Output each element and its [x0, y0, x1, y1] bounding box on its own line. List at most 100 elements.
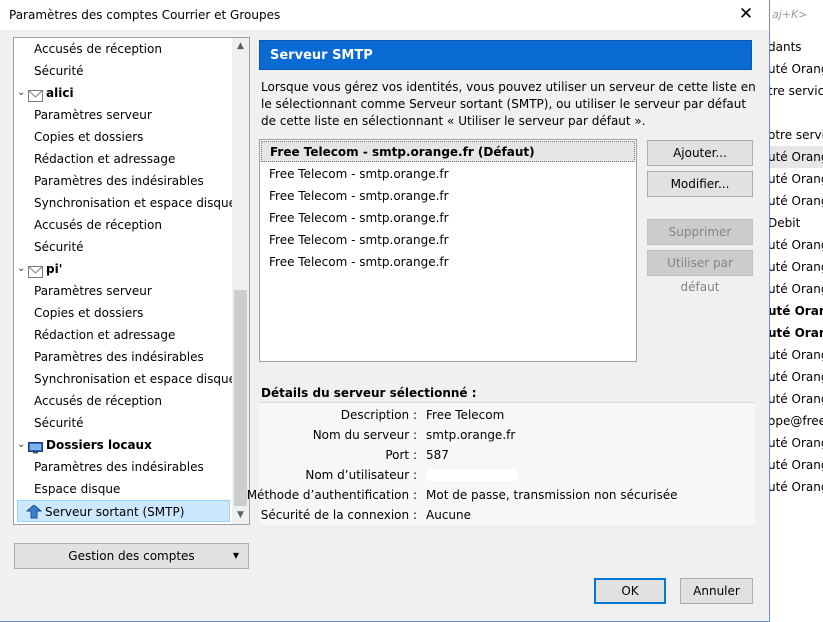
tree-item[interactable]: Accusés de réception	[14, 390, 233, 412]
ok-button[interactable]: OK	[594, 578, 666, 604]
background-shortcut-hint: aj+K>	[772, 8, 808, 21]
background-message-row: uté Orang	[768, 436, 823, 450]
tree-item[interactable]: Sécurité	[14, 60, 233, 82]
tree-item[interactable]: Synchronisation et espace disque	[14, 192, 236, 214]
tree-item[interactable]: Rédaction et adressage	[14, 324, 233, 346]
smtp-server-row[interactable]: Free Telecom - smtp.orange.fr	[260, 163, 636, 185]
local-folders-icon	[28, 439, 43, 454]
delete-server-button[interactable]: Supprimer	[647, 219, 753, 245]
detail-value: Free Telecom	[426, 408, 505, 422]
detail-label: Méthode d’authentification :	[246, 488, 417, 502]
tree-item-label: Paramètres des indésirables	[34, 174, 204, 188]
tree-account[interactable]: ⌄ pi'	[14, 258, 233, 280]
chevron-down-icon[interactable]: ⌄	[17, 82, 27, 104]
chevron-down-icon[interactable]: ⌄	[17, 434, 27, 456]
tree-item[interactable]: Synchronisation et espace disque	[14, 368, 236, 390]
detail-value: 587	[426, 448, 449, 462]
window-title: Paramètres des comptes Courrier et Group…	[9, 8, 281, 22]
background-message-row: uté Orang	[768, 172, 823, 186]
add-server-button[interactable]: Ajouter...	[647, 140, 753, 166]
tree-item-label: Paramètres des indésirables	[34, 350, 204, 364]
tree-item-label: Accusés de réception	[34, 218, 162, 232]
tree-item[interactable]: Paramètres des indésirables	[14, 170, 233, 192]
smtp-server-list[interactable]: Free Telecom - smtp.orange.fr (Défaut) Fr…	[259, 139, 637, 362]
smtp-server-row[interactable]: Free Telecom - smtp.orange.fr	[260, 207, 636, 229]
tree-item-label: Rédaction et adressage	[34, 328, 176, 342]
detail-label: Nom d’utilisateur :	[305, 468, 417, 482]
tree-item-label: Sécurité	[34, 240, 84, 254]
tree-item-label: Sécurité	[34, 64, 84, 78]
tree-item-label: Accusés de réception	[34, 42, 162, 56]
server-details-title: Détails du serveur sélectionné :	[261, 386, 477, 400]
tree-item[interactable]: Sécurité	[14, 236, 233, 258]
tree-item-label: Synchronisation et espace disque	[34, 372, 236, 386]
chevron-down-icon[interactable]: ⌄	[17, 258, 27, 280]
tree-item-label: Espace disque	[34, 482, 121, 496]
background-message-row: uté Orang	[768, 146, 823, 168]
background-message-row: Debit	[768, 216, 801, 230]
tree-item[interactable]: Sécurité	[14, 412, 233, 434]
server-detail-row: Description : Free Telecom	[259, 405, 755, 425]
background-message-row: ope@free.f	[768, 414, 823, 428]
tree-item[interactable]: Paramètres serveur	[14, 104, 233, 126]
outgoing-server-icon	[25, 504, 43, 519]
scroll-down-icon[interactable]: ▼	[232, 507, 249, 524]
background-message-row: uté Orange	[768, 62, 823, 76]
detail-label: Sécurité de la connexion :	[260, 508, 417, 522]
tree-item[interactable]: Paramètres serveur	[14, 280, 233, 302]
background-message-row: otre servic	[768, 128, 823, 142]
tree-account[interactable]: ⌄ Dossiers locaux	[14, 434, 233, 456]
tree-item-label: Paramètres serveur	[34, 108, 152, 122]
background-message-row: uté Orang	[768, 458, 823, 472]
detail-label: Nom du serveur :	[312, 428, 417, 442]
tree-item-label: Accusés de réception	[34, 394, 162, 408]
tree-item[interactable]: Paramètres des indésirables	[14, 456, 233, 478]
tree-item[interactable]: Accusés de réception	[14, 38, 233, 60]
smtp-server-row[interactable]: Free Telecom - smtp.orange.fr	[260, 229, 636, 251]
tree-item[interactable]: Copies et dossiers	[14, 126, 233, 148]
tree-account[interactable]: ⌄ alici	[14, 82, 233, 104]
server-detail-row: Nom du serveur : smtp.orange.fr	[259, 425, 755, 445]
background-message-row: uté Orang	[768, 370, 823, 384]
account-actions-button[interactable]: Gestion des comptes ▼	[14, 543, 249, 569]
background-message-row	[768, 102, 823, 124]
tree-item-label: Paramètres serveur	[34, 284, 152, 298]
tree-item[interactable]: Espace disque	[14, 478, 233, 500]
close-button[interactable]: ✕	[723, 0, 769, 30]
smtp-server-row[interactable]: Free Telecom - smtp.orange.fr (Défaut)	[261, 141, 635, 162]
background-message-row: uté Orang	[768, 392, 823, 406]
smtp-server-row[interactable]: Free Telecom - smtp.orange.fr	[260, 251, 636, 273]
tree-item-label: Synchronisation et espace disque	[34, 196, 236, 210]
tree-item[interactable]: Paramètres des indésirables	[14, 346, 233, 368]
cancel-button[interactable]: Annuler	[680, 578, 753, 604]
tree-item-label: Copies et dossiers	[34, 306, 144, 320]
background-message-row: uté Orang	[768, 326, 823, 340]
scroll-thumb[interactable]	[234, 290, 247, 506]
background-message-row: uté Orang	[768, 348, 823, 362]
mail-account-icon	[28, 263, 43, 278]
tree-item-selected[interactable]: Serveur sortant (SMTP)	[17, 500, 230, 522]
background-message-row: uté Orang	[768, 194, 823, 208]
background-message-list: dants uté Orange tre service otre servic uté…	[768, 36, 823, 498]
server-detail-row: Port : 587	[259, 445, 755, 465]
detail-value: Mot de passe, transmission non sécurisée	[426, 488, 678, 502]
titlebar: Paramètres des comptes Courrier et Group…	[0, 0, 769, 30]
dropdown-arrow-icon: ▼	[232, 551, 239, 560]
tree-scrollbar[interactable]: ▲ ▼	[232, 38, 249, 524]
background-message-row: uté Orang	[768, 260, 823, 274]
smtp-server-row[interactable]: Free Telecom - smtp.orange.fr	[260, 185, 636, 207]
detail-value: smtp.orange.fr	[426, 428, 516, 442]
tree-item[interactable]: Rédaction et adressage	[14, 148, 233, 170]
tree-item[interactable]: Accusés de réception	[14, 214, 233, 236]
tree-item-label: alici	[46, 86, 74, 100]
scroll-up-icon[interactable]: ▲	[232, 38, 249, 55]
edit-server-button[interactable]: Modifier...	[647, 171, 753, 197]
account-tree-items: Accusés de réception Sécurité ⌄ alici Paramè…	[14, 38, 236, 522]
tree-item[interactable]: Copies et dossiers	[14, 302, 233, 324]
set-default-server-button[interactable]: Utiliser par défaut	[647, 250, 753, 294]
detail-label: Description :	[340, 408, 417, 422]
background-message-row: tre service	[768, 84, 823, 98]
background-message-row: uté Orang	[768, 238, 823, 252]
server-detail-row: Méthode d’authentification : Mot de passe…	[247, 485, 755, 505]
account-actions-label: Gestion des comptes	[68, 549, 195, 563]
